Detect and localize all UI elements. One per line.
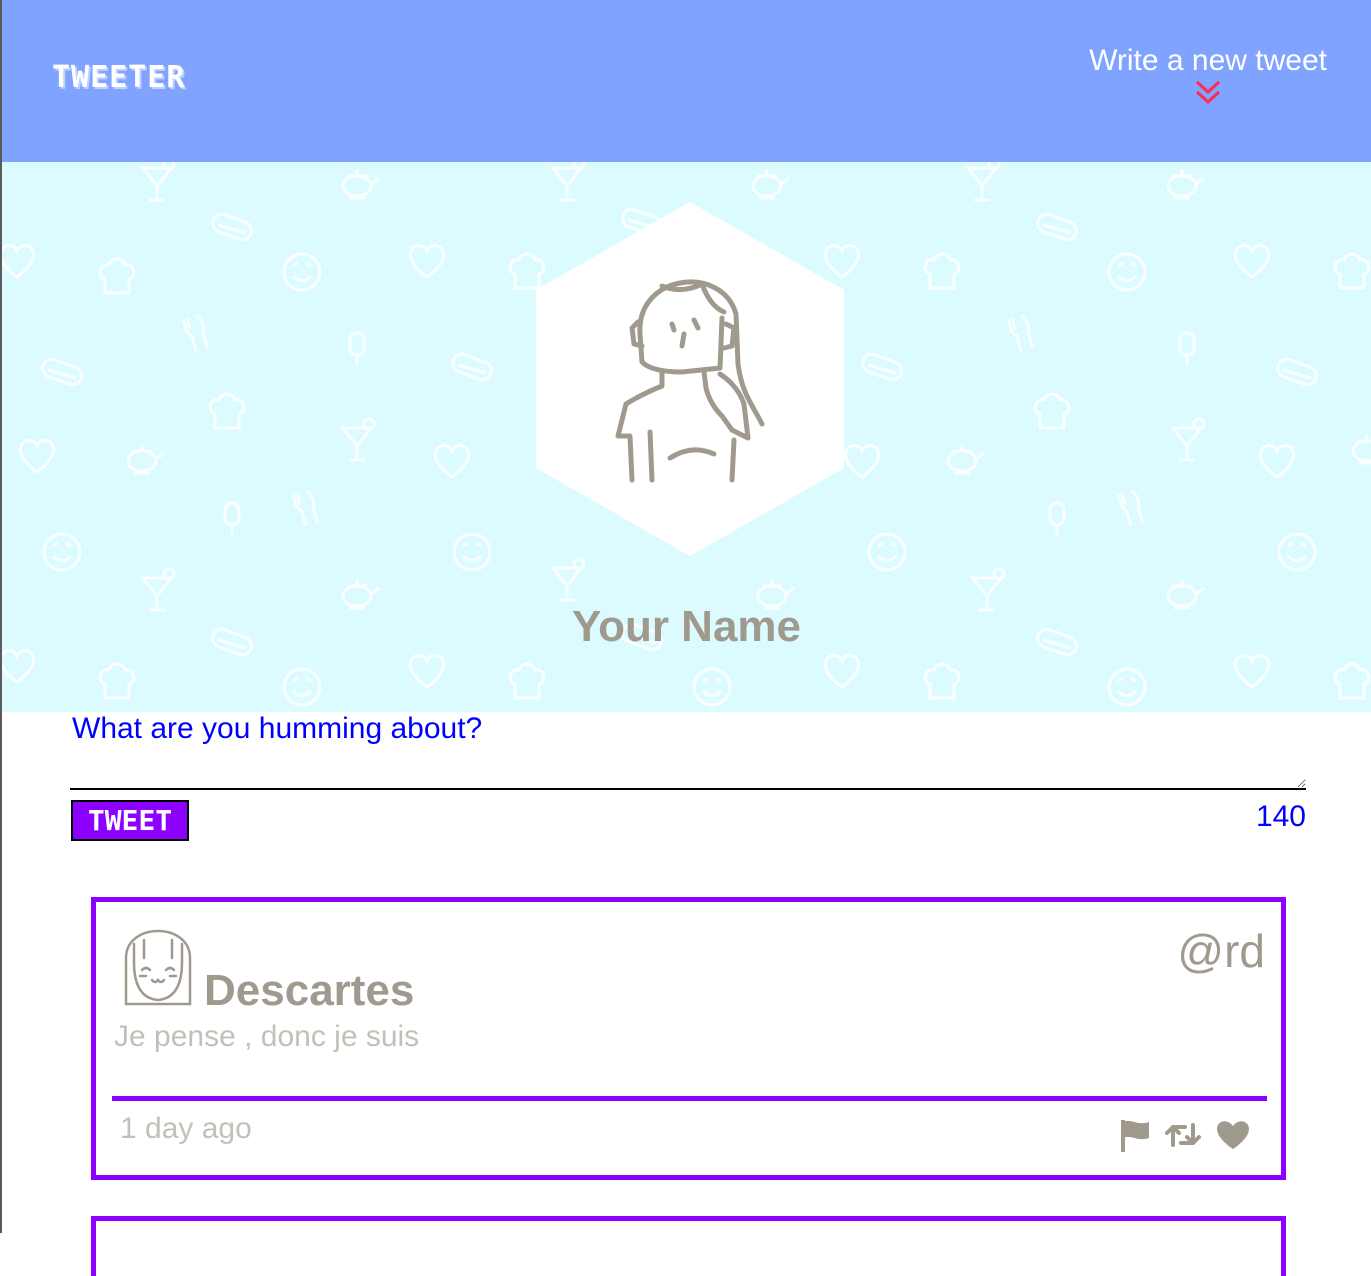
retweet-icon[interactable]	[1165, 1121, 1201, 1149]
heart-icon[interactable]	[1215, 1119, 1251, 1151]
compose-toggle[interactable]: Write a new tweet	[1089, 44, 1327, 108]
tweet-card: Descartes @rd Je pense , donc je suis 1 …	[91, 897, 1286, 1180]
tweet-avatar-icon[interactable]	[120, 918, 196, 1006]
tweet-actions	[1119, 1118, 1251, 1152]
composer-prompt: What are you humming about?	[72, 712, 483, 745]
tweet-textarea[interactable]	[70, 752, 1306, 790]
girl-avatar-icon[interactable]	[602, 254, 772, 484]
tweet-divider	[112, 1096, 1267, 1101]
tweet-card	[91, 1216, 1286, 1276]
profile-name: Your Name	[571, 602, 802, 651]
tweet-button[interactable]: TWEET	[71, 800, 189, 841]
compose-label[interactable]: Write a new tweet	[1089, 44, 1327, 78]
tweet-author-name: Descartes	[204, 966, 415, 1015]
flag-icon[interactable]	[1119, 1118, 1151, 1152]
tweet-author-handle[interactable]: @rd	[1177, 924, 1265, 978]
nav-bar: TWEETER Write a new tweet	[2, 0, 1371, 162]
brand-logo[interactable]: TWEETER	[52, 60, 185, 95]
profile-header: Your Name	[2, 162, 1371, 712]
character-counter: 140	[1255, 800, 1306, 833]
tweet-body: Je pense , donc je suis	[114, 1020, 420, 1053]
tweet-timestamp: 1 day ago	[120, 1112, 252, 1145]
double-chevron-down-icon[interactable]	[1193, 78, 1223, 108]
